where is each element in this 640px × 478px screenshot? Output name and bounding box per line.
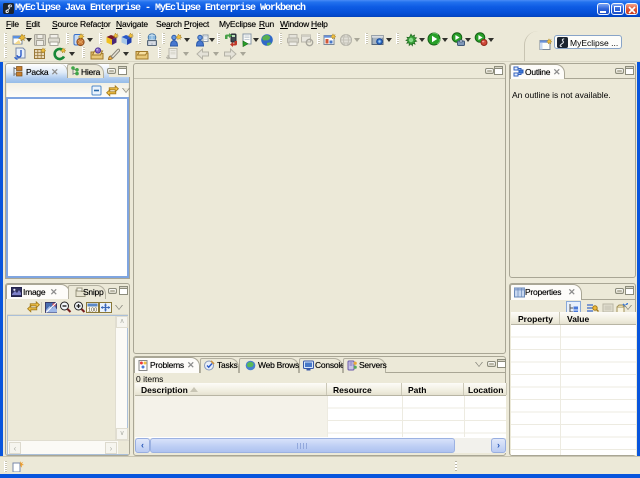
svg-text:100: 100 — [88, 308, 97, 314]
